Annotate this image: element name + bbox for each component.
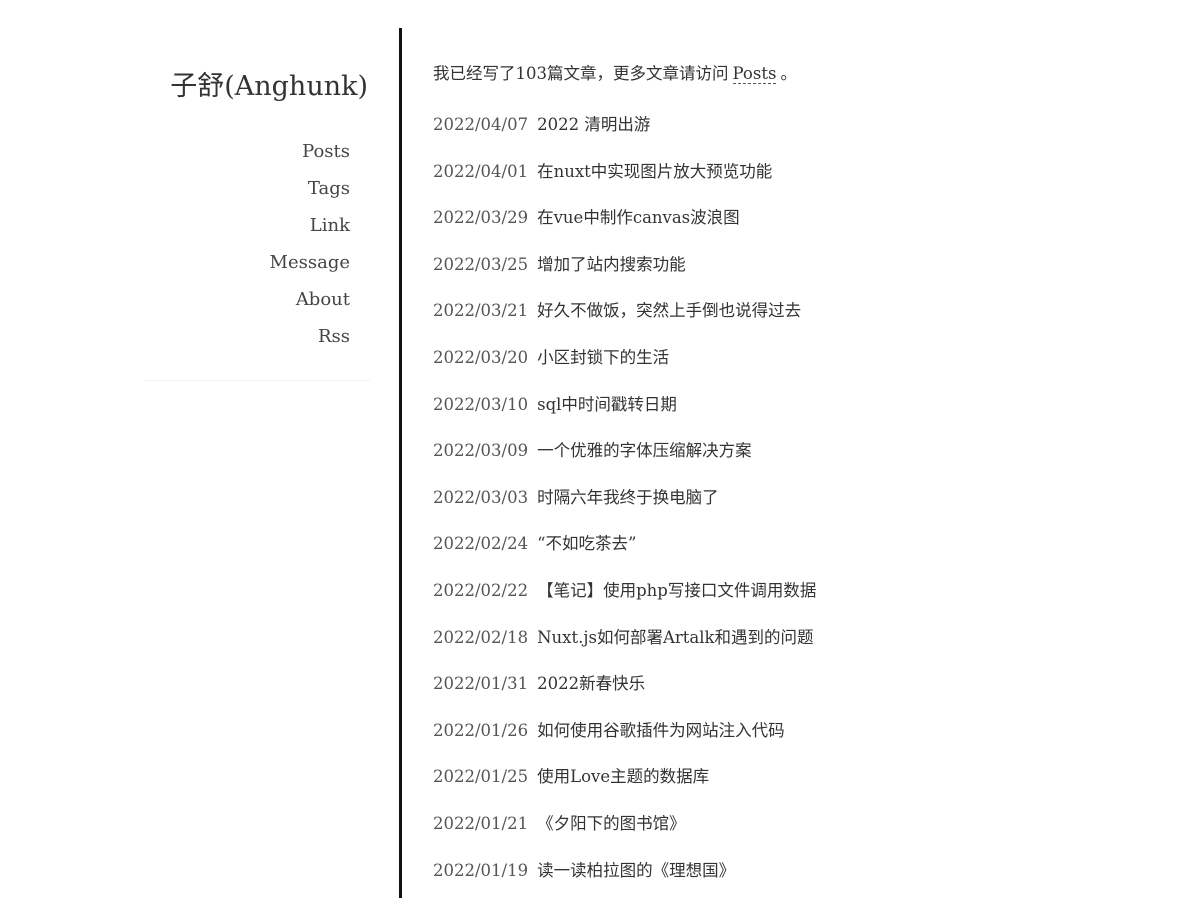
intro-posts-link[interactable]: Posts bbox=[733, 64, 777, 84]
post-title-link[interactable]: 如何使用谷歌插件为网站注入代码 bbox=[537, 721, 785, 740]
site-title[interactable]: 子舒(Anghunk) bbox=[170, 64, 368, 103]
list-item: 2022/01/21 《夕阳下的图书馆》 bbox=[433, 810, 816, 857]
list-item: 2022/03/25 增加了站内搜索功能 bbox=[433, 251, 816, 298]
list-item: 2022/03/20 小区封锁下的生活 bbox=[433, 344, 816, 391]
post-list: 2022/04/07 2022 清明出游 2022/04/01 在nuxt中实现图片… bbox=[433, 111, 816, 903]
main-content: 我已经写了103篇文章，更多文章请访问Posts。 2022/04/072022… bbox=[433, 60, 1153, 88]
list-item: 2022/01/25 使用Love主题的数据库 bbox=[433, 763, 816, 810]
post-date: 2022/01/26 bbox=[433, 717, 528, 745]
post-date: 2022/01/31 bbox=[433, 670, 528, 698]
vertical-divider bbox=[399, 28, 402, 898]
post-title-link[interactable]: 时隔六年我终于换电脑了 bbox=[537, 488, 719, 507]
nav-item-rss[interactable]: Rss bbox=[270, 322, 350, 359]
list-item: 2022/02/22 【笔记】使用php写接口文件调用数据 bbox=[433, 577, 816, 624]
post-title-link[interactable]: 2022 清明出游 bbox=[537, 115, 650, 134]
post-title-link[interactable]: 2022新春快乐 bbox=[537, 674, 645, 693]
post-title-link[interactable]: 一个优雅的字体压缩解决方案 bbox=[537, 441, 752, 460]
post-date: 2022/02/22 bbox=[433, 577, 528, 605]
nav-item-message[interactable]: Message bbox=[270, 248, 350, 285]
post-date: 2022/04/01 bbox=[433, 158, 528, 186]
post-date: 2022/03/03 bbox=[433, 484, 528, 512]
list-item: 2022/03/03 时隔六年我终于换电脑了 bbox=[433, 484, 816, 531]
post-title-link[interactable]: Nuxt.js如何部署Artalk和遇到的问题 bbox=[537, 628, 813, 647]
list-item: 2022/04/01 在nuxt中实现图片放大预览功能 bbox=[433, 158, 816, 205]
list-item: 2022/01/19 读一读柏拉图的《理想国》 bbox=[433, 857, 816, 903]
post-date: 2022/01/25 bbox=[433, 763, 528, 791]
post-title-link[interactable]: “不如吃茶去” bbox=[537, 534, 636, 553]
list-item: 2022/03/10 sql中时间戳转日期 bbox=[433, 391, 816, 438]
list-item: 2022/03/21 好久不做饭，突然上手倒也说得过去 bbox=[433, 297, 816, 344]
post-date: 2022/03/10 bbox=[433, 391, 528, 419]
nav-item-link[interactable]: Link bbox=[270, 211, 350, 248]
post-date: 2022/02/18 bbox=[433, 624, 528, 652]
post-date: 2022/04/07 bbox=[433, 111, 528, 139]
post-title-link[interactable]: 在vue中制作canvas波浪图 bbox=[537, 208, 740, 227]
post-title-link[interactable]: 增加了站内搜索功能 bbox=[537, 255, 686, 274]
intro-text: 我已经写了103篇文章，更多文章请访问Posts。 bbox=[433, 60, 1153, 88]
intro-prefix: 我已经写了103篇文章，更多文章请访问 bbox=[433, 64, 729, 83]
nav-item-posts[interactable]: Posts bbox=[270, 137, 350, 174]
post-date: 2022/01/19 bbox=[433, 857, 528, 885]
list-item: 2022/04/07 2022 清明出游 bbox=[433, 111, 816, 158]
post-date: 2022/03/09 bbox=[433, 437, 528, 465]
list-item: 2022/03/09 一个优雅的字体压缩解决方案 bbox=[433, 437, 816, 484]
post-date: 2022/03/20 bbox=[433, 344, 528, 372]
post-date: 2022/02/24 bbox=[433, 530, 528, 558]
post-date: 2022/03/21 bbox=[433, 297, 528, 325]
list-item: 2022/01/31 2022新春快乐 bbox=[433, 670, 816, 717]
post-title-link[interactable]: 小区封锁下的生活 bbox=[537, 348, 669, 367]
nav-item-tags[interactable]: Tags bbox=[270, 174, 350, 211]
post-title-link[interactable]: sql中时间戳转日期 bbox=[537, 395, 677, 414]
sidebar-divider bbox=[144, 380, 370, 381]
post-date: 2022/03/25 bbox=[433, 251, 528, 279]
post-title-link[interactable]: 【笔记】使用php写接口文件调用数据 bbox=[537, 581, 816, 600]
list-item: 2022/03/29 在vue中制作canvas波浪图 bbox=[433, 204, 816, 251]
post-title-link[interactable]: 使用Love主题的数据库 bbox=[537, 767, 709, 786]
post-title-link[interactable]: 好久不做饭，突然上手倒也说得过去 bbox=[537, 301, 801, 320]
list-item: 2022/01/26 如何使用谷歌插件为网站注入代码 bbox=[433, 717, 816, 764]
post-date: 2022/03/29 bbox=[433, 204, 528, 232]
nav-item-about[interactable]: About bbox=[270, 285, 350, 322]
post-title-link[interactable]: 在nuxt中实现图片放大预览功能 bbox=[537, 162, 772, 181]
list-item: 2022/02/18 Nuxt.js如何部署Artalk和遇到的问题 bbox=[433, 624, 816, 671]
post-date: 2022/01/21 bbox=[433, 810, 528, 838]
list-item: 2022/02/24 “不如吃茶去” bbox=[433, 530, 816, 577]
post-title-link[interactable]: 《夕阳下的图书馆》 bbox=[537, 814, 686, 833]
nav-menu: Posts Tags Link Message About Rss bbox=[270, 137, 350, 359]
post-title-link[interactable]: 读一读柏拉图的《理想国》 bbox=[537, 861, 735, 880]
intro-suffix: 。 bbox=[780, 64, 797, 83]
